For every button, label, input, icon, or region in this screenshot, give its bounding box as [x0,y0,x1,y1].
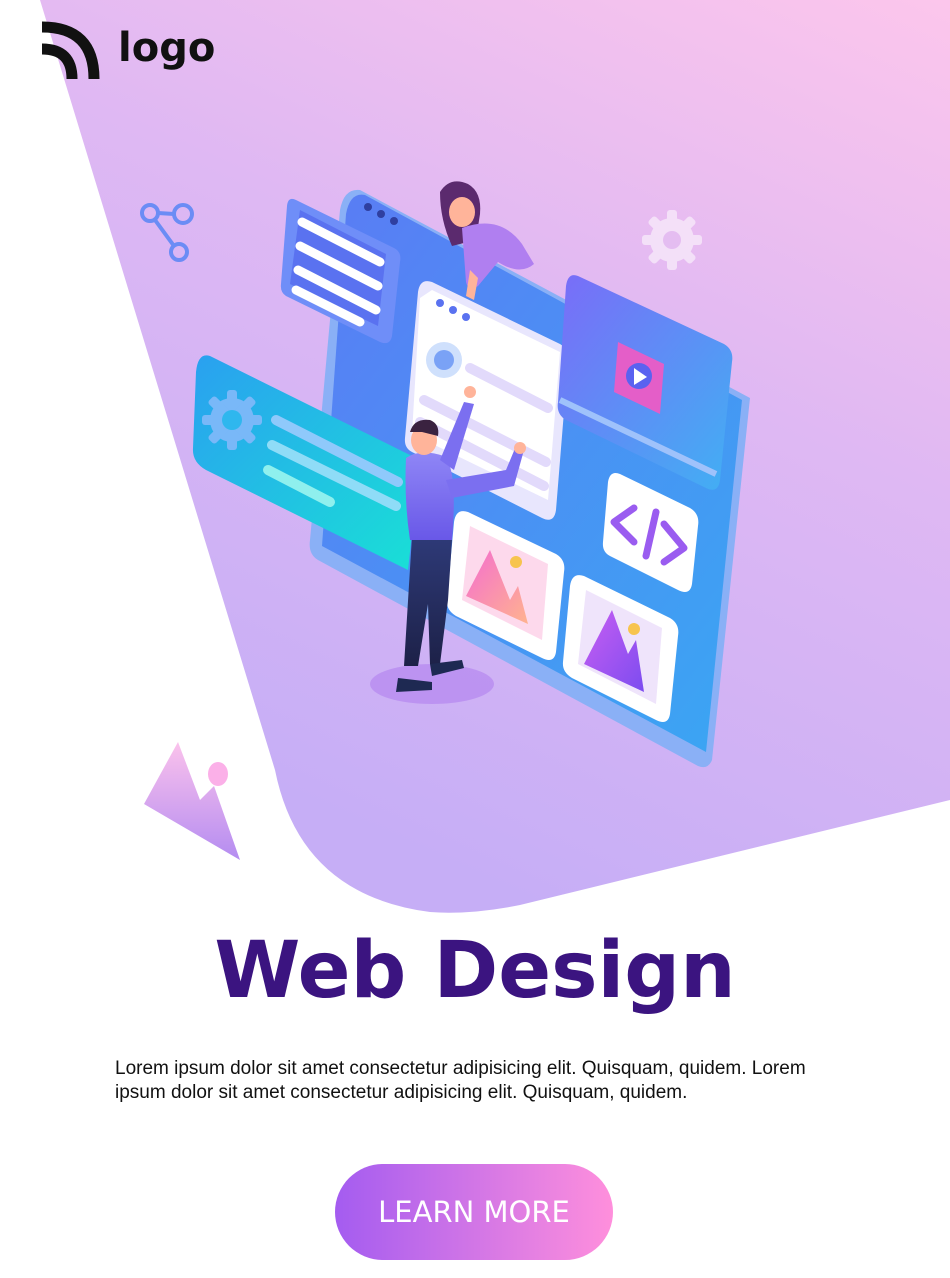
hero-description: Lorem ipsum dolor sit amet consectetur a… [115,1058,806,1103]
page-title: Web Design [214,926,736,1016]
learn-more-button[interactable]: LEARN MORE [335,1164,613,1260]
share-icon [140,203,194,262]
gear-icon [642,210,702,270]
settings-gear-icon [202,390,262,450]
web-design-illustration [140,181,750,860]
decorative-mountain-icon [144,742,240,860]
